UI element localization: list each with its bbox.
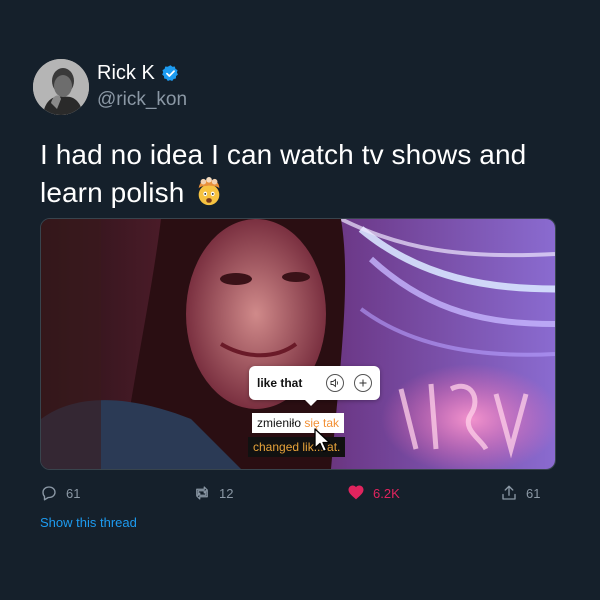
avatar-photo — [33, 59, 89, 115]
tweet-text-content: I had no idea I can watch tv shows and l… — [40, 139, 527, 208]
show-thread-link[interactable]: Show this thread — [40, 515, 137, 530]
speaker-icon[interactable] — [326, 374, 344, 392]
popup-word: like that — [257, 376, 303, 390]
mouse-cursor-icon — [314, 428, 331, 453]
reply-icon — [42, 486, 56, 501]
translation-popup: like that — [249, 366, 380, 406]
popup-arrow — [305, 400, 317, 406]
retweet-count: 12 — [219, 485, 234, 501]
tweet-text: I had no idea I can watch tv shows and l… — [40, 136, 560, 212]
retweet-button[interactable]: 12 — [193, 484, 233, 502]
subtitle-polish-text[interactable]: zmieniło — [257, 416, 304, 430]
retweet-icon — [196, 486, 208, 500]
like-button[interactable]: 6.2K — [347, 484, 400, 502]
share-icon — [502, 485, 516, 500]
share-count: 61 — [526, 485, 541, 501]
tweet-action-bar: 61 12 6.2K 61 — [40, 484, 560, 504]
display-name[interactable]: Rick K — [97, 62, 155, 85]
user-handle[interactable]: @rick_kon — [97, 89, 187, 111]
verified-badge-icon — [161, 65, 178, 81]
plus-icon[interactable] — [354, 374, 372, 392]
like-count: 6.2K — [373, 485, 400, 501]
author-name-row: Rick K — [97, 62, 180, 85]
heart-icon — [348, 485, 364, 500]
share-button[interactable]: 61 — [500, 484, 540, 502]
avatar[interactable] — [33, 59, 89, 115]
reply-button[interactable]: 61 — [40, 484, 80, 502]
exploding-head-emoji-icon — [198, 177, 220, 206]
reply-count: 61 — [66, 485, 81, 501]
